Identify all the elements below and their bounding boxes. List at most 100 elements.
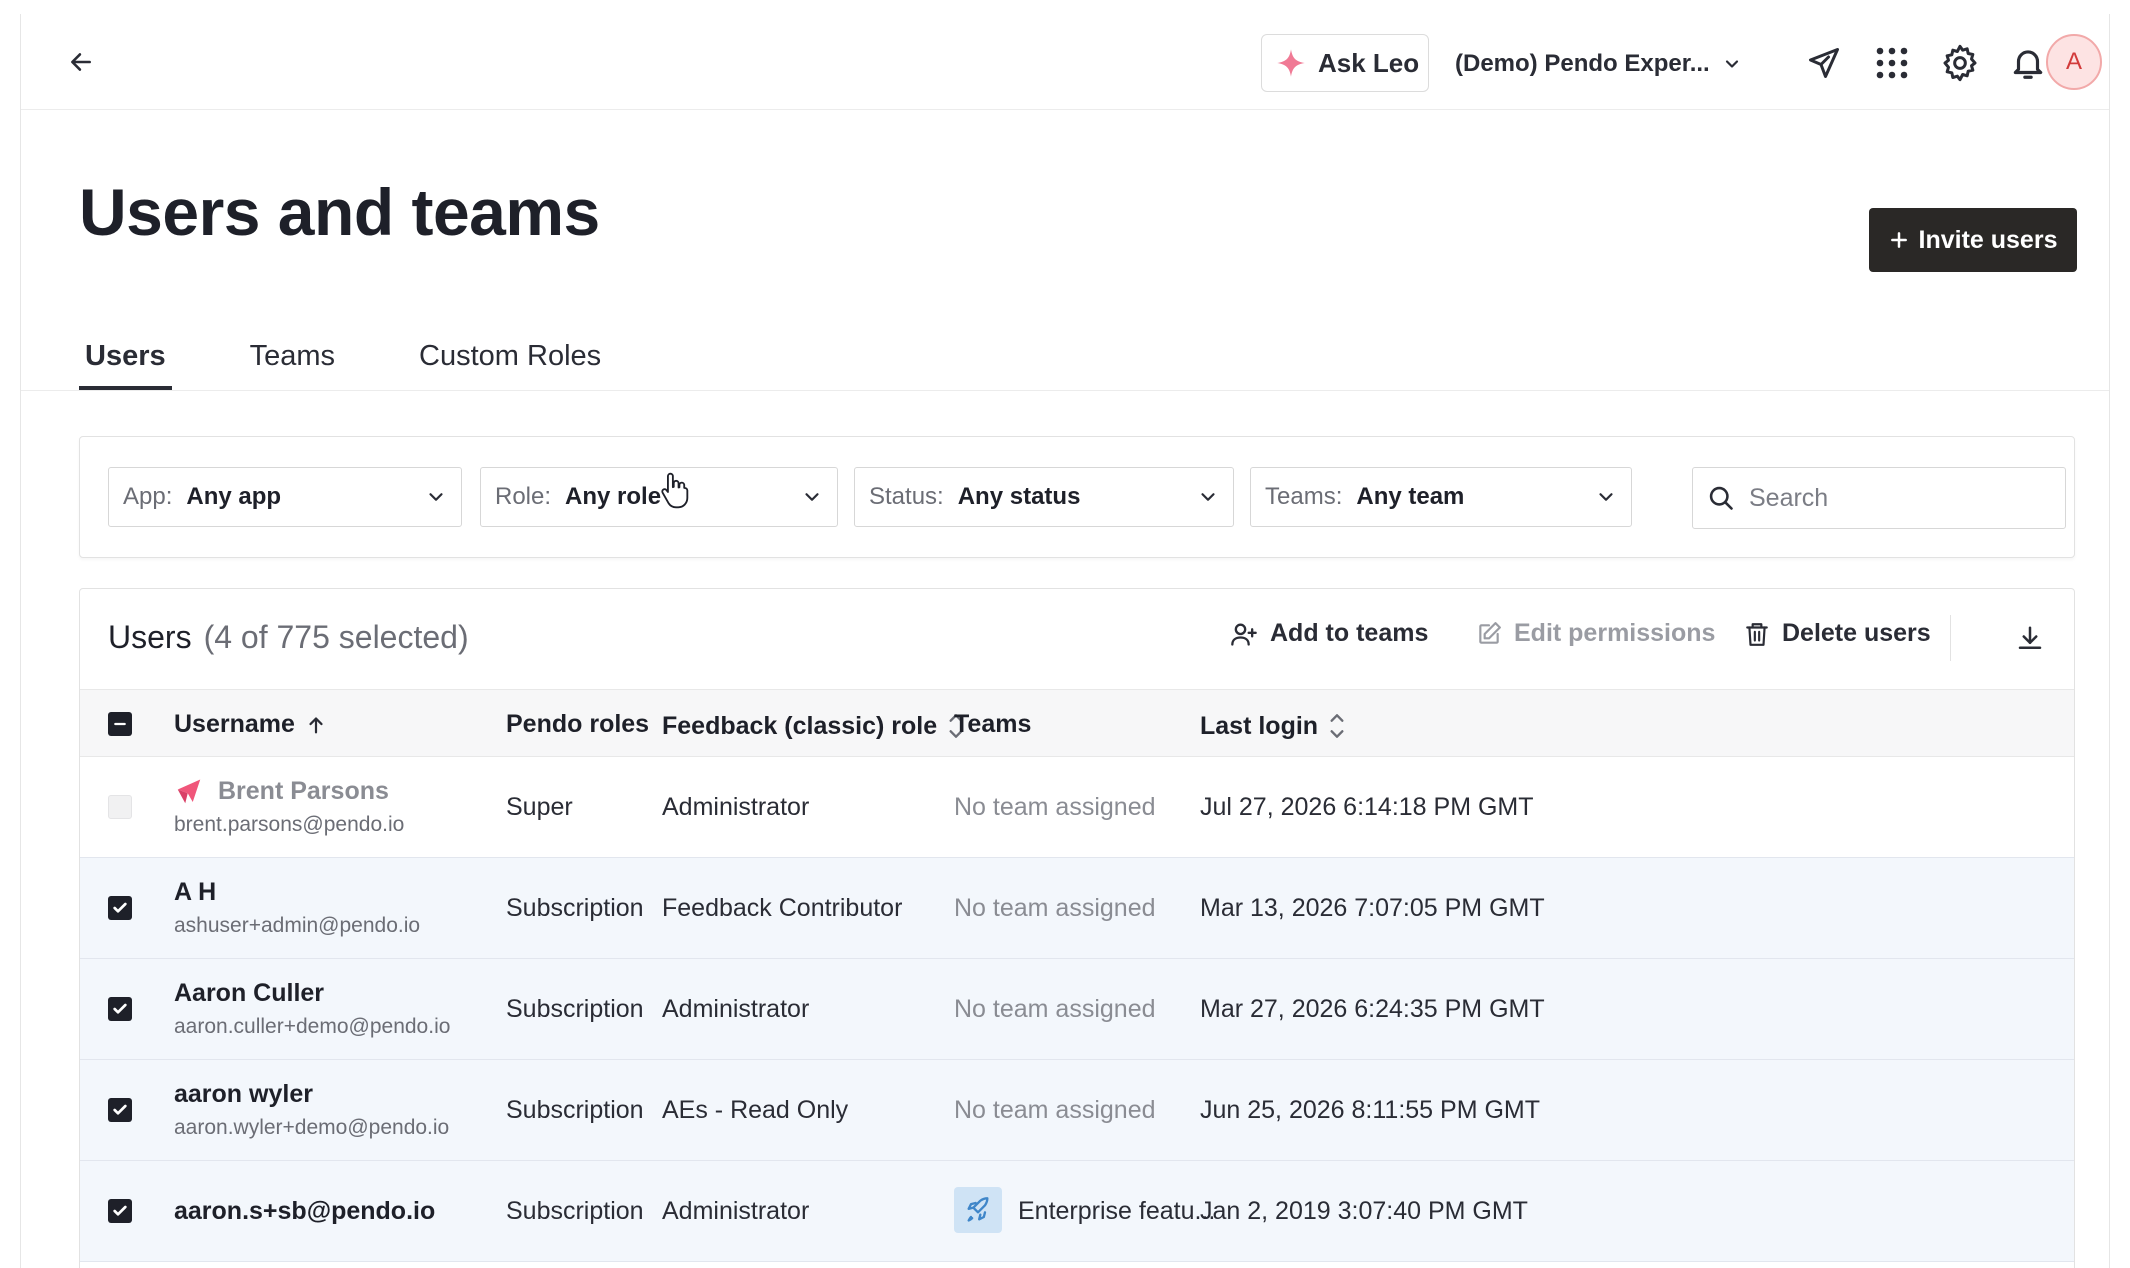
user-plus-icon [1231, 623, 1257, 646]
tab-users[interactable]: Users [79, 332, 172, 390]
page-title: Users and teams [79, 175, 600, 249]
megaphone-icon [1809, 48, 1839, 78]
pendo-role: Subscription ac [506, 894, 642, 922]
pendo-logo-icon [177, 779, 201, 804]
status-filter-value: Any status [957, 483, 1081, 510]
tab-divider [21, 390, 2109, 391]
column-last-login-label: Last login [1200, 711, 1319, 740]
row-checkbox[interactable] [108, 1098, 132, 1122]
teams-filter-value: Any team [1356, 483, 1465, 510]
column-last-login[interactable]: Last login [1200, 710, 1346, 742]
column-pendo-roles-label: Pendo roles [506, 710, 650, 738]
pendo-role: Subscription ac [506, 1197, 642, 1225]
apps-grid-button[interactable] [1869, 40, 1915, 86]
select-all-checkbox[interactable] [108, 712, 132, 736]
arrow-left-icon [71, 53, 91, 71]
add-to-teams-button[interactable]: Add to teams [1230, 619, 1428, 648]
app-window: Ask Leo (Demo) Pendo Exper... A Users an… [20, 14, 2110, 1268]
check-icon [113, 1003, 127, 1014]
settings-button[interactable] [1937, 40, 1983, 86]
user-email: brent.parsons@pendo.io [174, 813, 405, 836]
column-username[interactable]: Username [174, 710, 327, 739]
column-teams-label: Teams [954, 710, 1032, 738]
column-feedback-role-label: Feedback (classic) role [662, 711, 938, 740]
role-filter-label: Role: [495, 483, 552, 510]
ask-leo-label: Ask Leo [1318, 47, 1420, 78]
pendo-role: Super [506, 793, 573, 821]
last-login: Mar 27, 2026 6:24:35 PM GMT [1200, 995, 1545, 1023]
ask-leo-button[interactable]: Ask Leo [1261, 34, 1429, 92]
check-icon [113, 902, 127, 913]
grid-icon [1876, 47, 1908, 79]
chevron-down-icon [1725, 60, 1738, 68]
chevron-down-icon [805, 493, 819, 501]
column-username-label: Username [174, 710, 295, 738]
teams-filter[interactable]: Teams: Any team [1250, 467, 1632, 527]
pendo-role: Subscription ac [506, 995, 642, 1023]
edit-permissions-button[interactable]: Edit permissions [1476, 619, 1715, 648]
search-icon [1709, 486, 1733, 510]
download-button[interactable] [2010, 619, 2050, 659]
user-email: ashuser+admin@pendo.io [174, 914, 421, 937]
status-filter[interactable]: Status: Any status [854, 467, 1234, 527]
table-row[interactable]: Aaron Culler aaron.culler+demo@pendo.io … [80, 959, 2074, 1060]
user-avatar[interactable]: A [2046, 34, 2102, 90]
delete-users-button[interactable]: Delete users [1744, 619, 1931, 648]
teams-filter-label: Teams: [1265, 483, 1343, 510]
column-teams: Teams [954, 710, 1031, 739]
feedback-role: Feedback Contributor [662, 894, 903, 922]
sort-icon [1330, 714, 1344, 738]
table-row[interactable]: aaron.s+sb@pendo.io Subscription ac Admi… [80, 1161, 2074, 1262]
team: No team assigned [954, 995, 1156, 1023]
add-to-teams-label: Add to teams [1270, 619, 1429, 647]
user-email: aaron.culler+demo@pendo.io [174, 1015, 451, 1038]
app-filter-value: Any app [186, 483, 282, 510]
team-badge [954, 1187, 1002, 1233]
invite-users-button[interactable]: Invite users [1869, 208, 2077, 272]
table-row[interactable]: aaron wyler aaron.wyler+demo@pendo.io Su… [80, 1060, 2074, 1161]
username: aaron wyler [174, 1080, 313, 1108]
minus-icon [114, 722, 126, 726]
check-icon [113, 1104, 127, 1115]
role-filter-value: Any role [565, 483, 662, 510]
table-row[interactable]: A H ashuser+admin@pendo.io Subscription … [80, 858, 2074, 959]
row-checkbox[interactable] [108, 795, 132, 819]
guides-button[interactable] [1801, 40, 1847, 86]
invite-users-label: Invite users [1918, 225, 2058, 254]
row-checkbox[interactable] [108, 1199, 132, 1223]
delete-users-label: Delete users [1782, 619, 1931, 647]
column-feedback-role[interactable]: Feedback (classic) role [662, 710, 965, 742]
app-selector[interactable]: (Demo) Pendo Exper... [1455, 36, 1785, 92]
filter-bar: App: Any app Role: Any role Status: Any … [79, 436, 2075, 558]
last-login: Mar 13, 2026 7:07:05 PM GMT [1200, 894, 1545, 922]
chevron-down-icon [1201, 493, 1215, 501]
chevron-down-icon [429, 493, 443, 501]
username: Aaron Culler [174, 979, 325, 1007]
table-row[interactable]: Brent Parsons brent.parsons@pendo.io Sup… [80, 757, 2074, 858]
bell-icon [2013, 50, 2043, 79]
username: A H [174, 878, 217, 906]
search-box [1692, 467, 2066, 529]
row-checkbox[interactable] [108, 896, 132, 920]
back-button[interactable] [59, 40, 103, 84]
app-filter[interactable]: App: Any app [108, 467, 462, 527]
feedback-role: AEs - Read Only [662, 1096, 849, 1124]
last-login: Jan 2, 2019 3:07:40 PM GMT [1200, 1197, 1528, 1225]
table-title: Users (4 of 775 selected) [108, 619, 469, 656]
last-login: Jun 25, 2026 8:11:55 PM GMT [1200, 1096, 1541, 1124]
row-checkbox[interactable] [108, 997, 132, 1021]
table-header-row: Username Pendo roles Feedback (classic) … [80, 689, 2074, 757]
top-bar: Ask Leo (Demo) Pendo Exper... A [21, 14, 2109, 110]
tab-custom-roles[interactable]: Custom Roles [413, 332, 607, 390]
feedback-role: Administrator [662, 995, 810, 1023]
tab-bar: Users Teams Custom Roles [79, 332, 679, 390]
column-pendo-roles: Pendo roles [506, 710, 649, 739]
table-toolbar: Users (4 of 775 selected) Add to teams Ed… [80, 589, 2074, 689]
table-title-label: Users [108, 619, 192, 655]
team: No team assigned [954, 894, 1156, 922]
edit-icon [1479, 621, 1501, 644]
search-input[interactable] [1749, 483, 2049, 513]
selection-count: (4 of 775 selected) [203, 619, 469, 655]
notifications-button[interactable] [2005, 40, 2051, 86]
tab-teams[interactable]: Teams [244, 332, 341, 390]
